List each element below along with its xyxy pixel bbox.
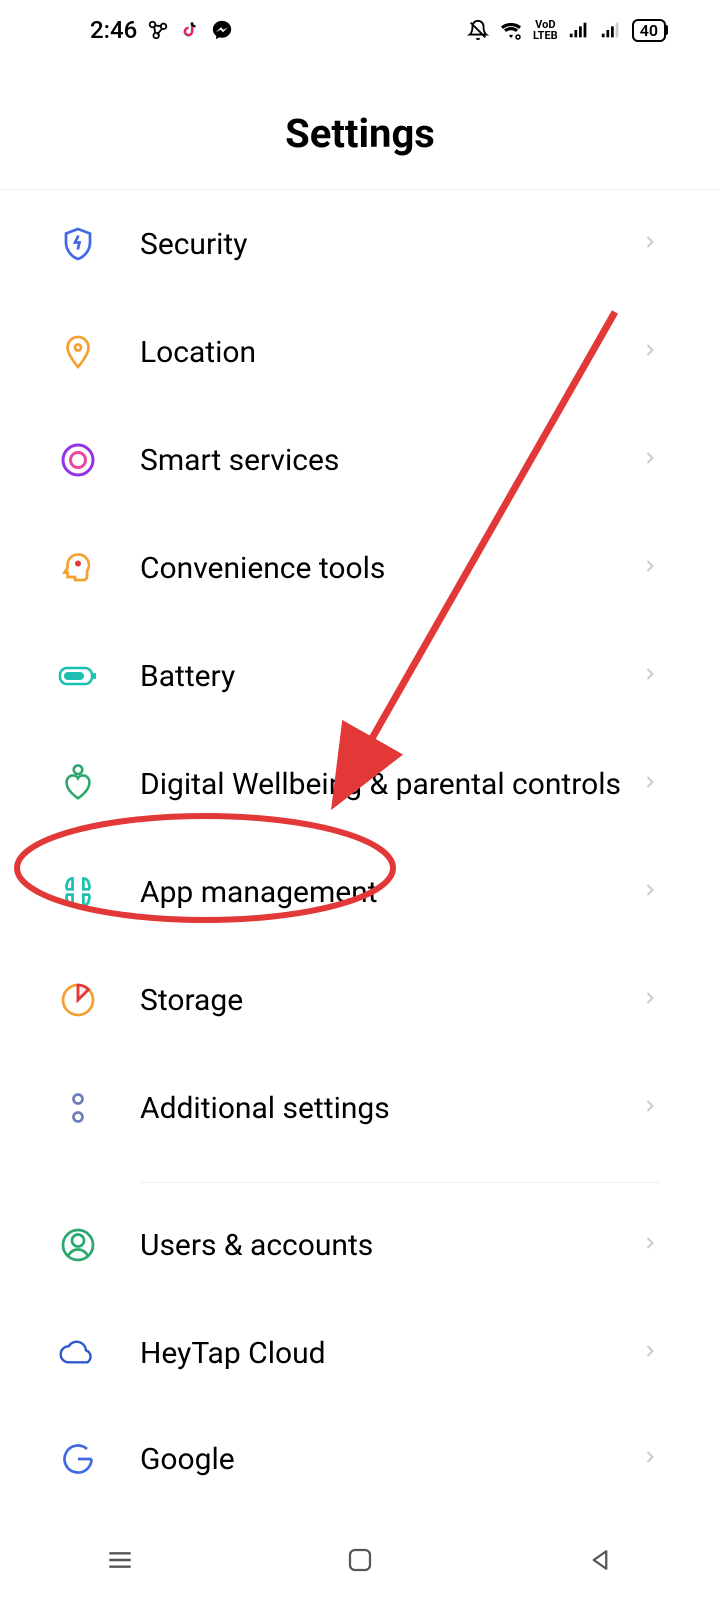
chevron-right-icon <box>640 772 660 796</box>
chevron-right-icon <box>640 1096 660 1120</box>
google-icon <box>58 1439 98 1479</box>
battery-icon: 40 <box>632 19 666 42</box>
settings-list: Security Location Smart services Conveni… <box>0 190 720 1479</box>
chevron-right-icon <box>640 556 660 580</box>
head-icon <box>58 548 98 588</box>
chevron-right-icon <box>640 988 660 1012</box>
wifi-icon <box>499 18 523 42</box>
settings-item-label: Digital Wellbeing & parental controls <box>140 765 640 804</box>
settings-item-label: HeyTap Cloud <box>140 1334 640 1373</box>
tiktok-icon <box>179 19 201 41</box>
page-title: Settings <box>0 60 720 190</box>
signal-icon-2 <box>600 19 622 41</box>
navigation-bar <box>0 1520 720 1600</box>
pie-chart-icon <box>58 980 98 1020</box>
two-dots-icon <box>58 1088 98 1128</box>
heart-person-icon <box>58 764 98 804</box>
settings-item-security[interactable]: Security <box>0 190 720 298</box>
settings-item-label: Storage <box>140 981 640 1020</box>
shield-icon <box>58 224 98 264</box>
chevron-right-icon <box>640 1447 660 1471</box>
settings-item-heytap-cloud[interactable]: HeyTap Cloud <box>0 1299 720 1407</box>
settings-item-additional-settings[interactable]: Additional settings <box>0 1054 720 1162</box>
settings-item-label: Users & accounts <box>140 1226 640 1265</box>
settings-item-label: Convenience tools <box>140 549 640 588</box>
messenger-icon <box>211 19 233 41</box>
user-circle-icon <box>58 1225 98 1265</box>
battery-icon <box>58 656 98 696</box>
settings-item-google[interactable]: Google <box>0 1407 720 1479</box>
settings-item-label: Security <box>140 225 640 264</box>
chevron-right-icon <box>640 232 660 256</box>
share-icon <box>147 19 169 41</box>
bell-off-icon <box>467 19 489 41</box>
map-pin-icon <box>58 332 98 372</box>
settings-item-users-accounts[interactable]: Users & accounts <box>0 1191 720 1299</box>
settings-item-label: Battery <box>140 657 640 696</box>
settings-item-label: Smart services <box>140 441 640 480</box>
chevron-right-icon <box>640 1233 660 1257</box>
nav-back-button[interactable] <box>580 1540 620 1580</box>
settings-item-smart-services[interactable]: Smart services <box>0 406 720 514</box>
nav-recent-button[interactable] <box>100 1540 140 1580</box>
settings-item-battery[interactable]: Battery <box>0 622 720 730</box>
chevron-right-icon <box>640 880 660 904</box>
chevron-right-icon <box>640 448 660 472</box>
chevron-right-icon <box>640 340 660 364</box>
nav-home-button[interactable] <box>340 1540 380 1580</box>
settings-item-label: Location <box>140 333 640 372</box>
settings-item-app-management[interactable]: App management <box>0 838 720 946</box>
signal-icon-1 <box>568 19 590 41</box>
settings-item-label: App management <box>140 873 640 912</box>
chevron-right-icon <box>640 664 660 688</box>
settings-item-convenience-tools[interactable]: Convenience tools <box>0 514 720 622</box>
target-icon <box>58 440 98 480</box>
status-bar: 2:46 VoD LTEB 40 <box>0 0 720 60</box>
status-right: VoD LTEB 40 <box>467 18 696 42</box>
status-left: 2:46 <box>90 16 233 44</box>
settings-item-storage[interactable]: Storage <box>0 946 720 1054</box>
status-time: 2:46 <box>90 16 137 44</box>
apps-grid-icon <box>58 872 98 912</box>
chevron-right-icon <box>640 1341 660 1365</box>
divider <box>140 1182 660 1183</box>
network-type-icon: VoD LTEB <box>533 19 558 41</box>
settings-item-label: Google <box>140 1440 640 1479</box>
settings-item-location[interactable]: Location <box>0 298 720 406</box>
settings-item-label: Additional settings <box>140 1089 640 1128</box>
cloud-icon <box>58 1333 98 1373</box>
settings-item-digital-wellbeing[interactable]: Digital Wellbeing & parental controls <box>0 730 720 838</box>
